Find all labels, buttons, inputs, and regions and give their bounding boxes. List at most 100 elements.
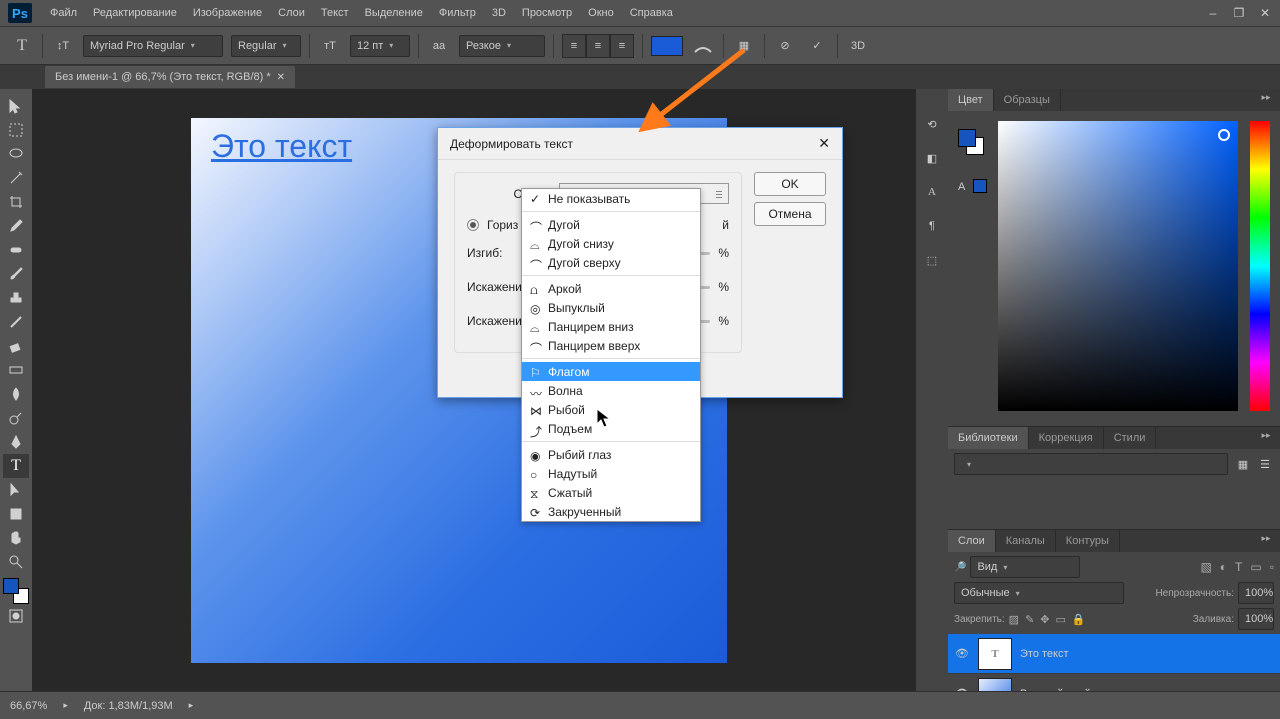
pen-tool[interactable] <box>3 430 29 454</box>
menu-help[interactable]: Справка <box>622 0 681 27</box>
text-orientation-icon[interactable]: ↕T <box>51 34 75 58</box>
style-option-wave[interactable]: 〰Волна <box>522 381 700 400</box>
opacity-input[interactable]: 100% <box>1238 582 1274 604</box>
lock-nest-icon[interactable]: ▭ <box>1056 613 1066 626</box>
wand-tool[interactable] <box>3 166 29 190</box>
filter-shape-icon[interactable]: ▭ <box>1250 560 1261 574</box>
style-option-none[interactable]: Не показывать <box>522 189 700 208</box>
font-weight-dropdown[interactable]: Regular <box>231 35 301 57</box>
filter-smart-icon[interactable]: ▫ <box>1270 560 1274 574</box>
menu-view[interactable]: Просмотр <box>514 0 580 27</box>
character-panel-icon[interactable]: ▦ <box>732 34 756 58</box>
window-minimize[interactable]: – <box>1206 6 1220 20</box>
history-panel-icon[interactable]: ⟲ <box>922 114 942 134</box>
align-center-icon[interactable]: ≡ <box>586 34 610 58</box>
lasso-tool[interactable] <box>3 142 29 166</box>
style-option-arc[interactable]: ⌒Дугой <box>522 215 700 234</box>
text-tool[interactable]: T <box>3 454 29 478</box>
layer-name[interactable]: Это текст <box>1020 648 1069 660</box>
shape-tool[interactable] <box>3 502 29 526</box>
path-select-tool[interactable] <box>3 478 29 502</box>
history-brush-tool[interactable] <box>3 310 29 334</box>
marquee-tool[interactable] <box>3 118 29 142</box>
document-tab[interactable]: Без имени-1 @ 66,7% (Это текст, RGB/8) *… <box>45 66 295 88</box>
menu-layers[interactable]: Слои <box>270 0 313 27</box>
cancel-button[interactable]: Отмена <box>754 202 826 226</box>
style-option-bulge[interactable]: ◎Выпуклый <box>522 298 700 317</box>
hand-tool[interactable] <box>3 526 29 550</box>
zoom-tool[interactable] <box>3 550 29 574</box>
heal-tool[interactable] <box>3 238 29 262</box>
mask-mode-icon[interactable] <box>3 604 29 628</box>
gradient-tool[interactable] <box>3 358 29 382</box>
close-tab-icon[interactable]: ✕ <box>277 72 285 83</box>
tab-color[interactable]: Цвет <box>948 89 994 111</box>
style-option-rise[interactable]: ⤴Подъем <box>522 419 700 438</box>
menu-edit[interactable]: Редактирование <box>85 0 185 27</box>
list-view-icon[interactable]: ☰ <box>1256 455 1274 473</box>
blend-mode-dropdown[interactable]: Обычные <box>954 582 1124 604</box>
layer-filter-dropdown[interactable]: Вид <box>970 556 1080 578</box>
tab-layers[interactable]: Слои <box>948 530 996 552</box>
layer-row[interactable]: 👁 T Это текст <box>948 634 1280 674</box>
menu-file[interactable]: Файл <box>42 0 85 27</box>
tab-swatches[interactable]: Образцы <box>994 89 1061 111</box>
character-icon[interactable]: A <box>922 182 942 202</box>
window-restore[interactable]: ❐ <box>1232 6 1246 20</box>
collapse-panel-icon-2[interactable]: ▸▸ <box>1256 430 1276 441</box>
ab-swatch[interactable] <box>973 179 987 193</box>
text-color-swatch[interactable] <box>651 36 683 56</box>
fill-input[interactable]: 100% <box>1238 608 1274 630</box>
hue-slider[interactable] <box>1250 121 1270 411</box>
color-field[interactable] <box>998 121 1238 411</box>
tab-styles[interactable]: Стили <box>1104 427 1157 449</box>
color-swap[interactable] <box>3 578 29 604</box>
dialog-close-icon[interactable]: ✕ <box>818 135 830 152</box>
dodge-tool[interactable] <box>3 406 29 430</box>
stamp-tool[interactable] <box>3 286 29 310</box>
tab-channels[interactable]: Каналы <box>996 530 1056 552</box>
menu-select[interactable]: Выделение <box>357 0 431 27</box>
filter-text-icon[interactable]: T <box>1235 560 1242 574</box>
font-family-dropdown[interactable]: Myriad Pro Regular <box>83 35 223 57</box>
style-option-arch[interactable]: ⩍Аркой <box>522 279 700 298</box>
style-option-arc-upper[interactable]: ⌒Дугой сверху <box>522 253 700 272</box>
style-option-shell-lower[interactable]: ⌓Панцирем вниз <box>522 317 700 336</box>
commit-icon[interactable]: ✓ <box>805 34 829 58</box>
3d-panel-icon[interactable]: ⬚ <box>922 250 942 270</box>
menu-image[interactable]: Изображение <box>185 0 270 27</box>
menu-window[interactable]: Окно <box>580 0 622 27</box>
style-option-twist[interactable]: ⟳Закрученный <box>522 502 700 521</box>
filter-pixel-icon[interactable]: ▧ <box>1200 560 1211 574</box>
style-option-squeeze[interactable]: ⧖Сжатый <box>522 483 700 502</box>
horizontal-radio[interactable] <box>467 219 479 231</box>
properties-panel-icon[interactable]: ◧ <box>922 148 942 168</box>
lock-all-icon[interactable]: 🔒 <box>1072 613 1086 626</box>
lock-paint-icon[interactable]: ✎ <box>1025 613 1034 626</box>
align-left-icon[interactable]: ≡ <box>562 34 586 58</box>
style-option-arc-lower[interactable]: ⌓Дугой снизу <box>522 234 700 253</box>
menu-3d[interactable]: 3D <box>484 0 514 27</box>
move-tool[interactable] <box>3 94 29 118</box>
tab-libraries[interactable]: Библиотеки <box>948 427 1029 449</box>
brush-tool[interactable] <box>3 262 29 286</box>
eyedropper-tool[interactable] <box>3 214 29 238</box>
filter-adjust-icon[interactable]: ◐ <box>1220 560 1227 574</box>
antialias-dropdown[interactable]: Резкое <box>459 35 545 57</box>
eraser-tool[interactable] <box>3 334 29 358</box>
style-option-shell-upper[interactable]: ⌒Панцирем вверх <box>522 336 700 355</box>
align-right-icon[interactable]: ≡ <box>610 34 634 58</box>
grid-view-icon[interactable]: ▦ <box>1234 455 1252 473</box>
blur-tool[interactable] <box>3 382 29 406</box>
tab-paths[interactable]: Контуры <box>1056 530 1120 552</box>
menu-filter[interactable]: Фильтр <box>431 0 484 27</box>
window-close[interactable]: ✕ <box>1258 6 1272 20</box>
style-option-fisheye[interactable]: ◉Рыбий глаз <box>522 445 700 464</box>
font-size-dropdown[interactable]: 12 пт <box>350 35 410 57</box>
ok-button[interactable]: OK <box>754 172 826 196</box>
style-option-fish[interactable]: ⋈Рыбой <box>522 400 700 419</box>
collapse-panel-icon[interactable]: ▸▸ <box>1256 92 1276 103</box>
library-dropdown[interactable] <box>954 453 1228 475</box>
collapse-panel-icon-3[interactable]: ▸▸ <box>1256 533 1276 544</box>
visibility-icon[interactable]: 👁 <box>954 647 970 660</box>
